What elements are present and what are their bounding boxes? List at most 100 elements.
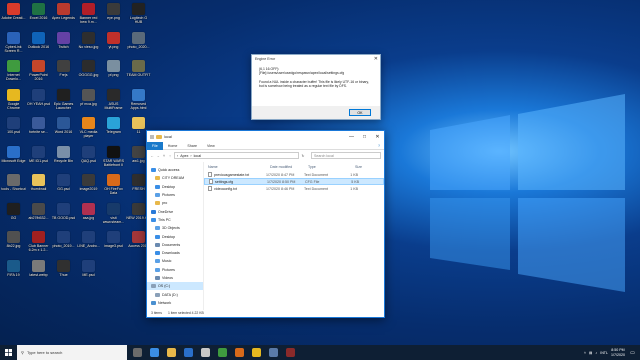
breadcrumb-local[interactable]: local bbox=[194, 154, 201, 158]
nav-item[interactable]: Videos bbox=[147, 274, 203, 282]
taskbar-app-icon[interactable] bbox=[218, 348, 227, 357]
desktop-icon[interactable]: pf mca.jpg bbox=[76, 87, 101, 117]
desktop-icon[interactable]: No vieso.jpg bbox=[76, 30, 101, 60]
breadcrumb-apex[interactable]: Apex bbox=[180, 154, 188, 158]
start-button[interactable] bbox=[0, 345, 17, 360]
desktop-icon[interactable]: ab27fb532... bbox=[26, 201, 51, 231]
nav-item[interactable]: DATA (D:) bbox=[147, 290, 203, 298]
column-size[interactable]: Size bbox=[338, 165, 362, 169]
notification-icon[interactable]: ▭ bbox=[628, 348, 637, 357]
taskbar-app-icon[interactable] bbox=[235, 348, 244, 357]
taskbar-app-icon[interactable] bbox=[167, 348, 176, 357]
help-icon[interactable]: ? bbox=[378, 144, 380, 148]
desktop-icon[interactable]: fortnite se... bbox=[26, 115, 51, 145]
desktop-icon[interactable]: PowerPoint 2016 bbox=[26, 58, 51, 88]
desktop-icon[interactable]: Excel 2016 bbox=[26, 1, 51, 31]
nav-item[interactable]: Documents bbox=[147, 241, 203, 249]
desktop-icon[interactable]: Logitech G HUB bbox=[126, 1, 151, 31]
taskbar-app-icon[interactable] bbox=[269, 348, 278, 357]
taskbar-app-icon[interactable] bbox=[184, 348, 193, 357]
taskbar-app-icon[interactable] bbox=[286, 348, 295, 357]
taskbar-app-icon[interactable] bbox=[133, 348, 142, 357]
nav-item[interactable]: Desktop bbox=[147, 183, 203, 191]
desktop-icon[interactable]: Banner red bew 9.m... bbox=[76, 1, 101, 31]
desktop-icon[interactable]: FIFA 19 bbox=[1, 258, 26, 288]
desktop-icon[interactable]: TB GOOD.psd bbox=[51, 201, 76, 231]
desktop-icon[interactable]: photo_2020... bbox=[126, 30, 151, 60]
desktop-icon[interactable]: eye.png bbox=[101, 1, 126, 31]
taskbar-search-input[interactable]: ⚲ Type here to search bbox=[17, 345, 127, 360]
desktop-icon[interactable]: CyberLink Screen R... bbox=[1, 30, 26, 60]
desktop-icon[interactable]: Internet Downlo... bbox=[1, 58, 26, 88]
nav-item[interactable]: Music bbox=[147, 257, 203, 265]
desktop-icon[interactable]: ASUS MultiFrame bbox=[101, 87, 126, 117]
desktop-icon[interactable]: GG.psd bbox=[51, 172, 76, 202]
nav-item[interactable]: Pictures bbox=[147, 266, 203, 274]
desktop-icon[interactable]: ME ID1.psd bbox=[26, 144, 51, 174]
nav-item[interactable]: This PC bbox=[147, 216, 203, 224]
desktop-icon[interactable]: Microsoft Edge bbox=[1, 144, 26, 174]
desktop-icon[interactable]: Adobe Creati... bbox=[1, 1, 26, 31]
close-button[interactable]: ✕ bbox=[371, 131, 384, 142]
back-arrow-icon[interactable]: ← bbox=[150, 154, 154, 158]
forward-arrow-icon[interactable]: → bbox=[156, 154, 160, 158]
chevron-up-icon[interactable]: ˄ bbox=[584, 351, 586, 355]
desktop-icon[interactable]: photo_2019... bbox=[51, 229, 76, 259]
tab-view[interactable]: View bbox=[202, 142, 220, 150]
desktop-icon[interactable]: yt.png bbox=[101, 30, 126, 60]
desktop-icon[interactable]: visit www.steam... bbox=[101, 201, 126, 231]
desktop-icon[interactable]: Thue bbox=[51, 258, 76, 288]
desktop-icon[interactable]: TEAM OUTFIT bbox=[126, 58, 151, 88]
desktop-icon[interactable]: OH YEAH.psd bbox=[26, 87, 51, 117]
nav-item[interactable]: CITY DREAM bbox=[147, 174, 203, 182]
network-icon[interactable]: ▤ bbox=[589, 351, 592, 355]
desktop-icon[interactable]: 100.psd bbox=[1, 115, 26, 145]
desktop-icon[interactable]: LINE_Andro... bbox=[76, 229, 101, 259]
taskbar-app-icon[interactable] bbox=[150, 348, 159, 357]
desktop-icon[interactable]: QAQ.psd bbox=[76, 144, 101, 174]
desktop-icon[interactable]: Twitch bbox=[51, 30, 76, 60]
desktop-icon[interactable]: Word 2016 bbox=[51, 115, 76, 145]
column-type[interactable]: Type bbox=[308, 165, 338, 169]
desktop-icon[interactable]: STAR WARS Battlefront II bbox=[101, 144, 126, 174]
nav-item[interactable]: OS (C:) bbox=[147, 282, 203, 291]
desktop-icon[interactable]: asa.jpg bbox=[76, 201, 101, 231]
desktop-icon[interactable]: OH FireFox Data bbox=[101, 172, 126, 202]
desktop-icon[interactable]: Telegram bbox=[101, 115, 126, 145]
search-input[interactable]: Search local bbox=[311, 152, 381, 159]
ok-button[interactable]: OK bbox=[349, 109, 371, 116]
close-icon[interactable]: ✕ bbox=[374, 56, 378, 62]
desktop-icon[interactable]: Club Banner 6.2m x 1.2... bbox=[26, 229, 51, 259]
desktop-icon[interactable]: pf.png bbox=[101, 58, 126, 88]
desktop-icon[interactable]: image3.psd bbox=[101, 229, 126, 259]
desktop-icon[interactable]: Removed Apps.html bbox=[126, 87, 151, 117]
volume-icon[interactable]: ♪ bbox=[595, 351, 597, 355]
desktop-icon[interactable]: ME.psd bbox=[76, 258, 101, 288]
nav-item[interactable]: Quick access bbox=[147, 166, 203, 174]
file-row[interactable]: previousgamestate.txt 1/7/2020 8:47 PM Tex… bbox=[204, 171, 384, 178]
nav-item[interactable]: pro bbox=[147, 199, 203, 207]
desktop-icon[interactable]: Frejs bbox=[51, 58, 76, 88]
desktop-icon[interactable]: OGGGG.jpg bbox=[76, 58, 101, 88]
refresh-icon[interactable]: ↻ bbox=[301, 154, 305, 158]
minimize-button[interactable]: — bbox=[345, 131, 358, 142]
taskbar-app-icon[interactable] bbox=[201, 348, 210, 357]
file-row[interactable]: settings.cfg 1/7/2020 8:50 PM CFG File 5 KB bbox=[204, 178, 384, 185]
tab-file[interactable]: File bbox=[147, 141, 163, 150]
maximize-button[interactable]: □ bbox=[358, 131, 371, 142]
desktop-icon[interactable]: thumbnail bbox=[26, 172, 51, 202]
taskbar-app-icon[interactable] bbox=[252, 348, 261, 357]
file-row[interactable]: videoconfig.txt 1/7/2020 8:46 PM Text Docu… bbox=[204, 185, 384, 192]
column-date-modified[interactable]: Date modified bbox=[270, 165, 308, 169]
desktop-icon[interactable]: Google Chrome bbox=[1, 87, 26, 117]
desktop-icon[interactable]: GG bbox=[1, 201, 26, 231]
nav-item[interactable]: Desktop bbox=[147, 232, 203, 240]
desktop-icon[interactable]: 8b22.jpg bbox=[1, 229, 26, 259]
desktop-icon[interactable]: tools - Shortcut bbox=[1, 172, 26, 202]
desktop-icon[interactable]: Outlook 2016 bbox=[26, 30, 51, 60]
address-bar[interactable]: › Apex › local bbox=[174, 152, 299, 159]
desktop-icon[interactable]: latest.webp bbox=[26, 258, 51, 288]
desktop-icon[interactable]: VLC media player bbox=[76, 115, 101, 145]
nav-item[interactable]: OneDrive bbox=[147, 207, 203, 215]
tab-home[interactable]: Home bbox=[163, 142, 183, 150]
